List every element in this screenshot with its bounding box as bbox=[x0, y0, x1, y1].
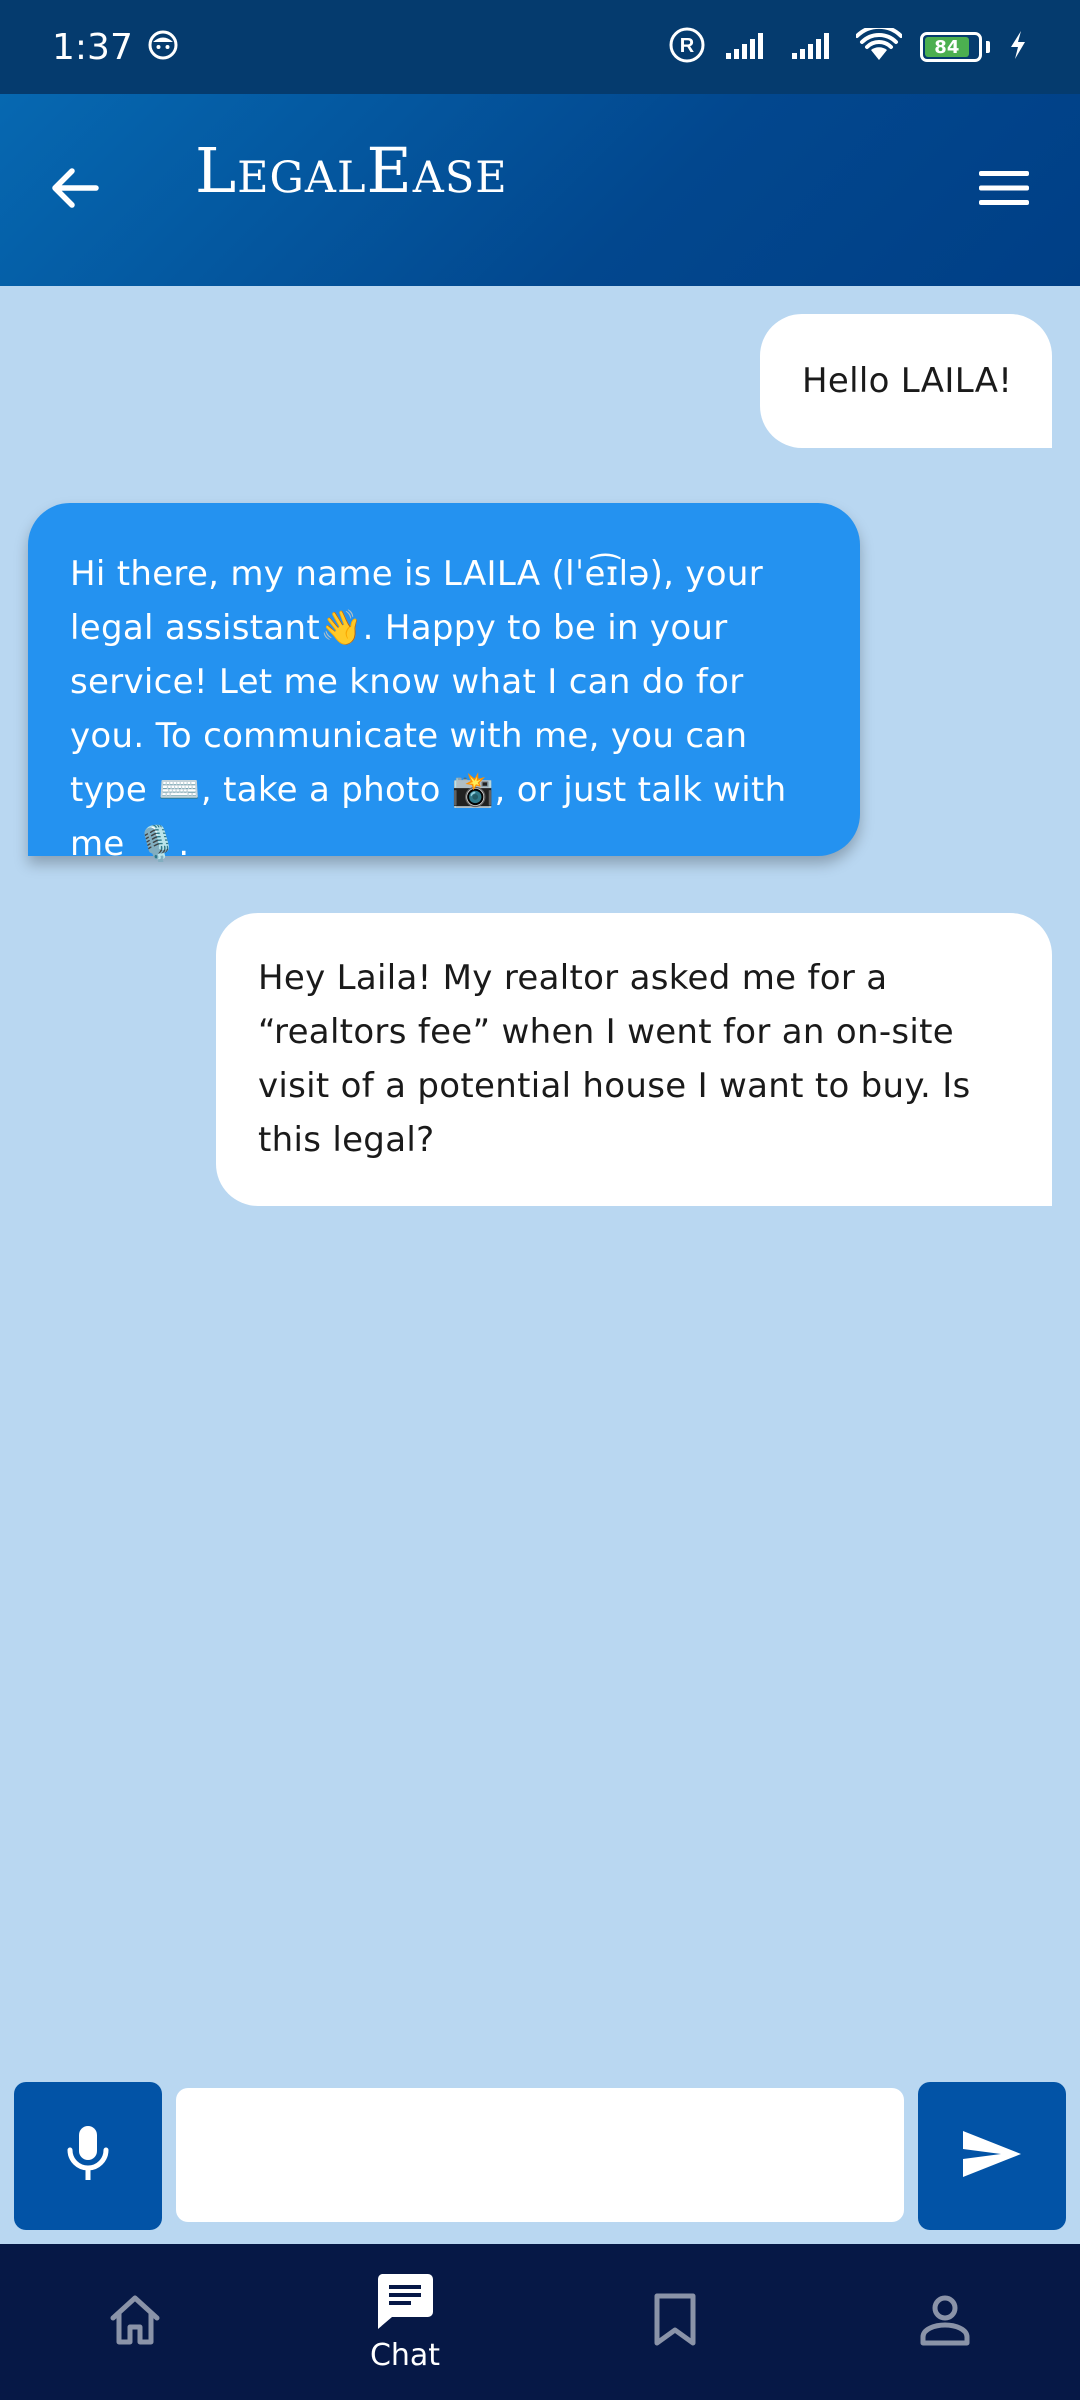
message-composer bbox=[0, 2076, 1080, 2240]
app-bar: LegalEase bbox=[0, 94, 1080, 286]
nav-profile[interactable] bbox=[855, 2244, 1035, 2400]
signal-icon bbox=[790, 29, 838, 65]
bookmark-icon bbox=[653, 2293, 697, 2351]
nav-chat-label: Chat bbox=[369, 2337, 441, 2373]
battery-level: 84 bbox=[925, 37, 969, 58]
message-input[interactable] bbox=[176, 2088, 904, 2222]
back-button[interactable] bbox=[40, 152, 110, 228]
status-right: R 84 bbox=[668, 24, 1028, 68]
battery-icon: 84 bbox=[920, 32, 990, 62]
home-icon bbox=[108, 2294, 162, 2350]
microphone-button[interactable] bbox=[14, 2082, 162, 2230]
svg-text:R: R bbox=[680, 35, 695, 57]
chat-icon bbox=[376, 2272, 434, 2334]
app-title: LegalEase bbox=[195, 134, 508, 207]
menu-icon bbox=[977, 168, 1031, 212]
battery-body: 84 bbox=[920, 32, 982, 62]
registered-icon: R bbox=[668, 26, 706, 68]
status-left: 1:37 bbox=[52, 27, 179, 68]
charging-icon bbox=[1008, 29, 1028, 65]
user-message: Hey Laila! My realtor asked me for a “re… bbox=[216, 913, 1052, 1206]
bot-message: Hi there, my name is LAILA (lˈe͡ɪlə), yo… bbox=[28, 503, 860, 864]
wifi-icon bbox=[855, 24, 903, 66]
user-message: Hello LAILA! bbox=[760, 314, 1052, 448]
face-icon bbox=[147, 29, 179, 65]
menu-button[interactable] bbox=[968, 154, 1040, 226]
arrow-left-icon bbox=[50, 166, 100, 214]
status-bar: 1:37 R 84 bbox=[0, 0, 1080, 94]
nav-home[interactable] bbox=[45, 2244, 225, 2400]
bottom-navigation: Chat bbox=[0, 2244, 1080, 2400]
send-button[interactable] bbox=[918, 2082, 1066, 2230]
microphone-icon bbox=[66, 2124, 110, 2188]
chat-messages: Hello LAILA! Hi there, my name is LAILA … bbox=[0, 286, 1080, 2076]
signal-icon bbox=[724, 29, 772, 65]
nav-bookmarks[interactable] bbox=[585, 2244, 765, 2400]
battery-tip bbox=[986, 41, 990, 53]
nav-chat[interactable]: Chat bbox=[315, 2244, 495, 2400]
profile-icon bbox=[918, 2293, 972, 2351]
status-time: 1:37 bbox=[52, 26, 133, 68]
send-icon bbox=[961, 2129, 1023, 2183]
